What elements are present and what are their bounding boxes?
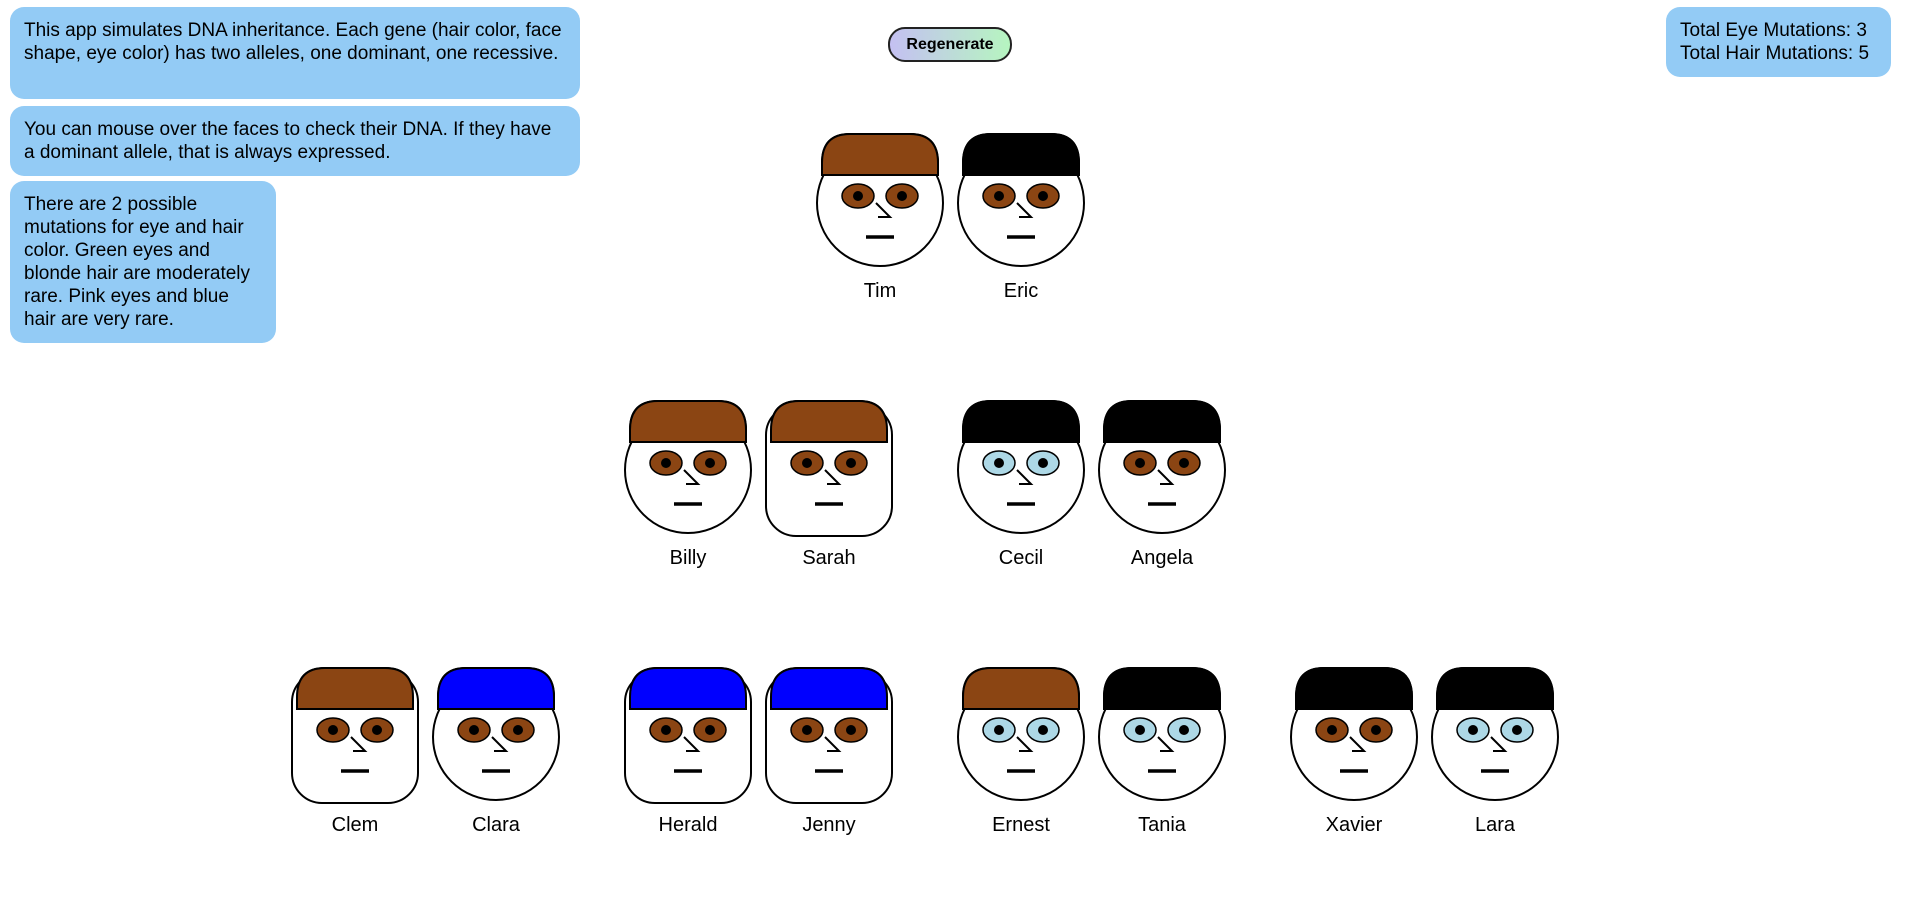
left-pupil bbox=[802, 725, 812, 735]
right-pupil bbox=[1038, 725, 1048, 735]
left-pupil bbox=[994, 725, 1004, 735]
person-name: Xavier bbox=[1326, 814, 1383, 836]
person-name: Cecil bbox=[999, 547, 1043, 569]
person-clara[interactable]: Clara bbox=[432, 667, 560, 836]
left-pupil bbox=[661, 725, 671, 735]
hair-cap bbox=[962, 133, 1080, 176]
right-pupil bbox=[1512, 725, 1522, 735]
left-pupil bbox=[469, 725, 479, 735]
person-jenny[interactable]: Jenny bbox=[765, 667, 893, 836]
left-pupil bbox=[994, 458, 1004, 468]
left-pupil bbox=[853, 191, 863, 201]
left-pupil bbox=[1327, 725, 1337, 735]
person-name: Clara bbox=[472, 814, 521, 836]
hair-cap bbox=[629, 667, 747, 710]
right-pupil bbox=[1371, 725, 1381, 735]
hair-cap bbox=[962, 400, 1080, 443]
person-name: Tim bbox=[864, 280, 897, 302]
hair-cap bbox=[1436, 667, 1554, 710]
person-billy[interactable]: Billy bbox=[624, 400, 752, 569]
person-name: Lara bbox=[1475, 814, 1516, 836]
hair-cap bbox=[962, 667, 1080, 710]
person-name: Eric bbox=[1004, 280, 1038, 302]
person-name: Billy bbox=[670, 547, 707, 569]
person-tim[interactable]: Tim bbox=[816, 133, 944, 302]
person-name: Sarah bbox=[802, 547, 855, 569]
hair-cap bbox=[770, 667, 888, 710]
right-pupil bbox=[705, 458, 715, 468]
right-pupil bbox=[1179, 725, 1189, 735]
left-pupil bbox=[328, 725, 338, 735]
family-tree: Tim Eric Billy Sarah Cecil Angela Clem Clara Her… bbox=[291, 133, 1559, 836]
person-ernest[interactable]: Ernest bbox=[957, 667, 1085, 836]
right-pupil bbox=[1179, 458, 1189, 468]
right-pupil bbox=[897, 191, 907, 201]
person-xavier[interactable]: Xavier bbox=[1290, 667, 1418, 836]
right-pupil bbox=[1038, 191, 1048, 201]
person-eric[interactable]: Eric bbox=[957, 133, 1085, 302]
right-pupil bbox=[846, 725, 856, 735]
hair-cap bbox=[629, 400, 747, 443]
person-name: Ernest bbox=[992, 814, 1050, 836]
right-pupil bbox=[372, 725, 382, 735]
person-herald[interactable]: Herald bbox=[624, 667, 752, 836]
left-pupil bbox=[661, 458, 671, 468]
person-cecil[interactable]: Cecil bbox=[957, 400, 1085, 569]
person-sarah[interactable]: Sarah bbox=[765, 400, 893, 569]
person-angela[interactable]: Angela bbox=[1098, 400, 1226, 569]
right-pupil bbox=[705, 725, 715, 735]
hair-cap bbox=[437, 667, 555, 710]
person-lara[interactable]: Lara bbox=[1431, 667, 1559, 836]
hair-cap bbox=[296, 667, 414, 710]
person-name: Jenny bbox=[802, 814, 855, 836]
hair-cap bbox=[1103, 667, 1221, 710]
person-name: Tania bbox=[1138, 814, 1187, 836]
left-pupil bbox=[994, 191, 1004, 201]
hair-cap bbox=[1295, 667, 1413, 710]
right-pupil bbox=[1038, 458, 1048, 468]
right-pupil bbox=[846, 458, 856, 468]
left-pupil bbox=[802, 458, 812, 468]
right-pupil bbox=[513, 725, 523, 735]
person-clem[interactable]: Clem bbox=[291, 667, 419, 836]
left-pupil bbox=[1135, 458, 1145, 468]
person-name: Clem bbox=[332, 814, 379, 836]
person-tania[interactable]: Tania bbox=[1098, 667, 1226, 836]
left-pupil bbox=[1135, 725, 1145, 735]
left-pupil bbox=[1468, 725, 1478, 735]
hair-cap bbox=[821, 133, 939, 176]
hair-cap bbox=[770, 400, 888, 443]
hair-cap bbox=[1103, 400, 1221, 443]
person-name: Herald bbox=[659, 814, 718, 836]
person-name: Angela bbox=[1131, 547, 1194, 569]
